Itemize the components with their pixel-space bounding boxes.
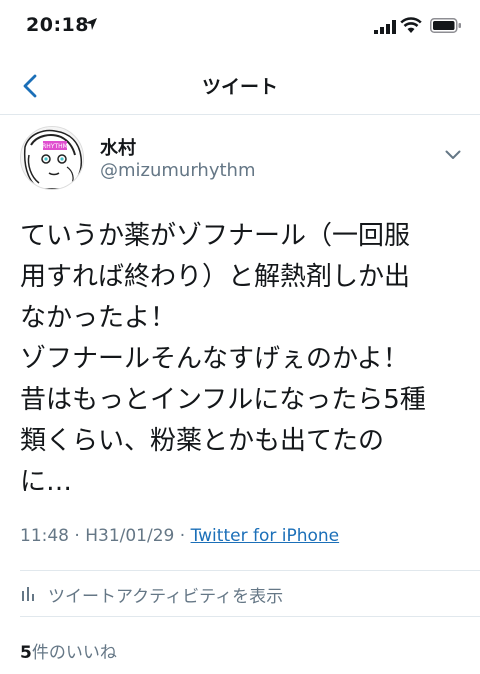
tweet-date: H31/01/29 <box>85 526 175 546</box>
tweet-text-line: 昔はもっとインフルになったら5種 <box>20 385 426 415</box>
nav-bar: ツイート <box>0 56 480 115</box>
status-time: 20:18 <box>26 14 89 36</box>
tweet-text-line: 用すれば終わり）と解熱剤しか出 <box>20 262 411 292</box>
tweet-text-line: 類くらい、粉薬とかも出てたの <box>20 426 385 456</box>
avatar-badge-text: RHYTHM <box>42 143 68 150</box>
bar-chart-icon <box>22 587 34 601</box>
avatar-illustration: RHYTHM <box>21 127 83 189</box>
tweet-activity-button[interactable]: ツイートアクティビティを表示 <box>0 570 480 616</box>
tweet-activity-label: ツイートアクティビティを表示 <box>48 587 284 607</box>
meta-separator: · <box>74 526 80 546</box>
divider <box>20 616 480 617</box>
avatar[interactable]: RHYTHM <box>20 126 84 190</box>
page-title: ツイート <box>201 76 278 98</box>
tweet-timestamp: 11:48 · H31/01/29 · Twitter for iPhone <box>20 526 339 546</box>
user-handle[interactable]: @mizumurhythm <box>100 160 255 181</box>
tweet-text: ていうか薬がゾフナール（一回服 用すれば終わり）と解熱剤しか出 なかったよ！ ゾ… <box>20 216 468 503</box>
likes-label: 件のいいね <box>31 643 117 663</box>
chevron-down-icon <box>445 150 461 159</box>
cellular-signal-icon <box>374 20 396 34</box>
tweet-text-line: ていうか薬がゾフナール（一回服 <box>20 221 411 251</box>
tweet-text-line: なかったよ！ <box>20 303 177 333</box>
display-name[interactable]: 水村 <box>100 134 136 160</box>
meta-separator: · <box>179 526 186 546</box>
tweet-options-button[interactable] <box>436 140 470 170</box>
tweet-header: RHYTHM 水村 @mizumurhythm <box>0 114 480 194</box>
likes-count: 5 <box>20 643 32 663</box>
tweet-text-line: に… <box>20 467 73 497</box>
battery-icon <box>430 18 461 33</box>
tweet-text-line: ゾフナールそんなすげぇのかよ！ <box>20 344 409 374</box>
location-arrow-icon <box>85 18 97 30</box>
wifi-icon <box>400 17 422 33</box>
likes-link[interactable]: 5件のいいね <box>20 638 117 663</box>
tweet-time: 11:48 <box>20 526 69 546</box>
tweet-source-link[interactable]: Twitter for iPhone <box>191 526 340 546</box>
status-bar: 20:18 <box>0 0 480 56</box>
